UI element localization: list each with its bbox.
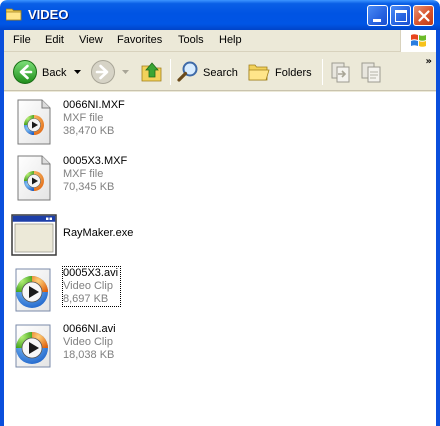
folder-up-icon [141,62,162,82]
windows-logo [400,30,436,52]
copy-to-icon [361,62,381,83]
windows-flag-icon [411,34,426,47]
search-button[interactable]: Search [174,58,240,86]
maximize-button[interactable] [390,5,411,26]
file-name: 0005X3.MXF [63,155,128,167]
file-name: 0005X3.avi [63,267,119,279]
list-item[interactable]: 0005X3.MXF MXF file 70,345 KB [10,154,430,206]
menu-edit[interactable]: Edit [45,34,64,46]
list-item[interactable]: 0066NI.MXF MXF file 38,470 KB [10,98,430,150]
file-list: 0066NI.MXF MXF file 38,470 KB 0005X3.MXF… [4,92,436,426]
folders-button[interactable]: Folders [246,58,316,86]
forward-dropdown-arrow-icon[interactable] [122,70,129,75]
file-size: 70,345 KB [63,181,115,193]
minimize-icon [373,19,381,22]
copy-to-button[interactable] [358,58,386,86]
application-icon [11,214,57,256]
file-info: 0005X3.MXF MXF file 70,345 KB [63,155,127,194]
explorer-window: VIDEO File Edit View Favorites Tools Hel… [0,0,440,426]
window-frame-right [436,30,440,426]
folder-icon [6,8,22,21]
file-size: 38,470 KB [63,125,115,137]
search-icon [177,61,198,82]
list-item[interactable]: RayMaker.exe [10,210,430,262]
back-button[interactable]: Back [10,58,82,86]
menu-help[interactable]: Help [219,34,242,46]
minimize-button[interactable] [367,5,388,26]
mxf-file-icon [17,155,51,201]
back-dropdown-arrow-icon[interactable] [74,70,81,75]
menu-tools[interactable]: Tools [178,34,204,46]
title-bar[interactable]: VIDEO [0,0,440,30]
toolbar-separator [322,59,323,85]
maximize-icon [395,10,407,22]
window-title: VIDEO [28,7,69,22]
list-item[interactable]: 0066NI.avi Video Clip 18,038 KB [10,322,430,374]
file-size: 18,038 KB [63,349,115,361]
menu-view[interactable]: View [79,34,103,46]
file-info: 0066NI.avi Video Clip 18,038 KB [63,323,116,362]
file-type: Video Clip [63,280,113,292]
menu-file[interactable]: File [13,34,31,46]
file-name: RayMaker.exe [63,227,134,239]
list-item[interactable]: 0005X3.avi Video Clip 8,697 KB [10,266,430,318]
menu-bar: File Edit View Favorites Tools Help [4,30,436,52]
forward-button[interactable] [88,58,136,86]
file-info: 0066NI.MXF MXF file 38,470 KB [63,99,125,138]
toolbar: Back Search Folders » [4,53,436,91]
video-clip-icon [15,324,51,368]
move-to-icon [331,62,350,83]
menu-favorites[interactable]: Favorites [117,34,162,46]
folders-label: Folders [275,67,312,79]
back-arrow-icon [13,60,37,84]
file-name: 0066NI.MXF [63,99,125,111]
up-folder-button[interactable] [138,58,166,86]
video-clip-icon [15,268,51,312]
file-name: 0066NI.avi [63,323,116,335]
move-to-button[interactable] [328,58,352,86]
toolbar-separator [170,59,171,85]
file-type: Video Clip [63,336,113,348]
folders-icon [248,64,270,81]
file-type: MXF file [63,168,104,180]
close-button[interactable] [413,5,434,26]
file-type: MXF file [63,112,104,124]
back-label: Back [42,67,67,79]
mxf-file-icon [17,99,51,145]
forward-arrow-icon [91,60,115,84]
file-info: RayMaker.exe [63,227,133,240]
toolbar-overflow-chevron-icon[interactable]: » [426,56,432,67]
file-size: 8,697 KB [63,293,109,305]
file-info: 0005X3.avi Video Clip 8,697 KB [61,266,122,307]
close-icon [418,10,430,22]
search-label: Search [203,67,238,79]
